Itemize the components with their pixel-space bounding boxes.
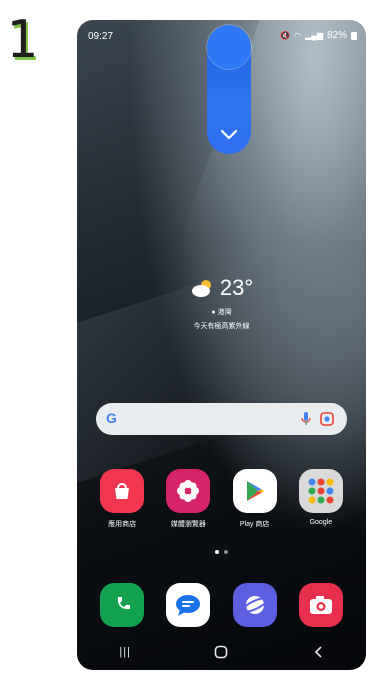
dock [77, 583, 366, 627]
navigation-bar: ||| [77, 641, 366, 663]
google-logo: G [106, 410, 117, 426]
home-button[interactable] [201, 641, 241, 663]
play-store-icon [232, 469, 277, 513]
messages-icon [166, 583, 211, 627]
battery-percent: 82% [326, 30, 347, 41]
internet-icon [232, 583, 277, 627]
mute-icon: 🔇 [280, 31, 291, 40]
back-button[interactable] [298, 641, 338, 663]
app-gallery[interactable]: 媒體瀏覽器 [160, 469, 216, 529]
google-search-bar[interactable]: G [96, 403, 347, 435]
status-icons: 🔇 ◠ ▂▄▆ 82% [280, 30, 357, 41]
signal-icon: ▂▄▆ [305, 31, 323, 40]
weather-description: 今天有極高紫外線 [193, 323, 250, 330]
app-internet[interactable] [227, 583, 283, 627]
recent-apps-icon: ||| [119, 646, 131, 658]
swipe-touch-point[interactable] [207, 25, 251, 69]
app-messages[interactable] [160, 583, 216, 627]
location-pin-icon: ● [211, 309, 216, 316]
home-icon [215, 645, 228, 659]
phone-icon [100, 583, 145, 627]
app-galaxy-store[interactable]: 應用商店 [94, 469, 150, 529]
back-icon [314, 646, 322, 658]
status-time: 09:27 [88, 31, 114, 42]
galaxy-store-icon [100, 469, 145, 513]
recent-apps-button[interactable]: ||| [105, 641, 145, 663]
camera-icon [298, 583, 343, 627]
app-label: Google [309, 519, 333, 526]
app-camera[interactable] [293, 583, 349, 627]
lens-icon[interactable] [319, 411, 335, 427]
phone-screen: 09:27 🔇 ◠ ▂▄▆ 82% 23° ● 港灣 今天有極高紫外線 G 應用… [77, 20, 366, 670]
page-dot-active [215, 550, 219, 554]
mic-icon[interactable] [301, 411, 311, 427]
app-google-folder[interactable]: Google [293, 469, 349, 529]
wifi-icon: ◠ [294, 31, 301, 40]
app-label: 媒體瀏覽器 [170, 521, 206, 528]
app-row: 應用商店 媒體瀏覽器 Play 商店 Google [77, 469, 366, 529]
gallery-flower-icon [166, 469, 211, 513]
app-phone[interactable] [94, 583, 150, 627]
partly-cloudy-icon [191, 280, 211, 297]
weather-location: ● 港灣 [211, 309, 232, 316]
step-number: 1 [6, 10, 38, 70]
app-label: Play 商店 [239, 521, 270, 528]
app-label: 應用商店 [108, 521, 137, 528]
weather-temperature: 23° [219, 275, 254, 300]
google-folder-icon [298, 469, 343, 513]
battery-icon [351, 31, 357, 40]
page-dot [224, 550, 228, 554]
page-indicator [77, 550, 366, 554]
weather-widget[interactable]: 23° ● 港灣 今天有極高紫外線 [77, 275, 366, 331]
app-play-store[interactable]: Play 商店 [227, 469, 283, 529]
chevron-down-icon [220, 129, 238, 140]
